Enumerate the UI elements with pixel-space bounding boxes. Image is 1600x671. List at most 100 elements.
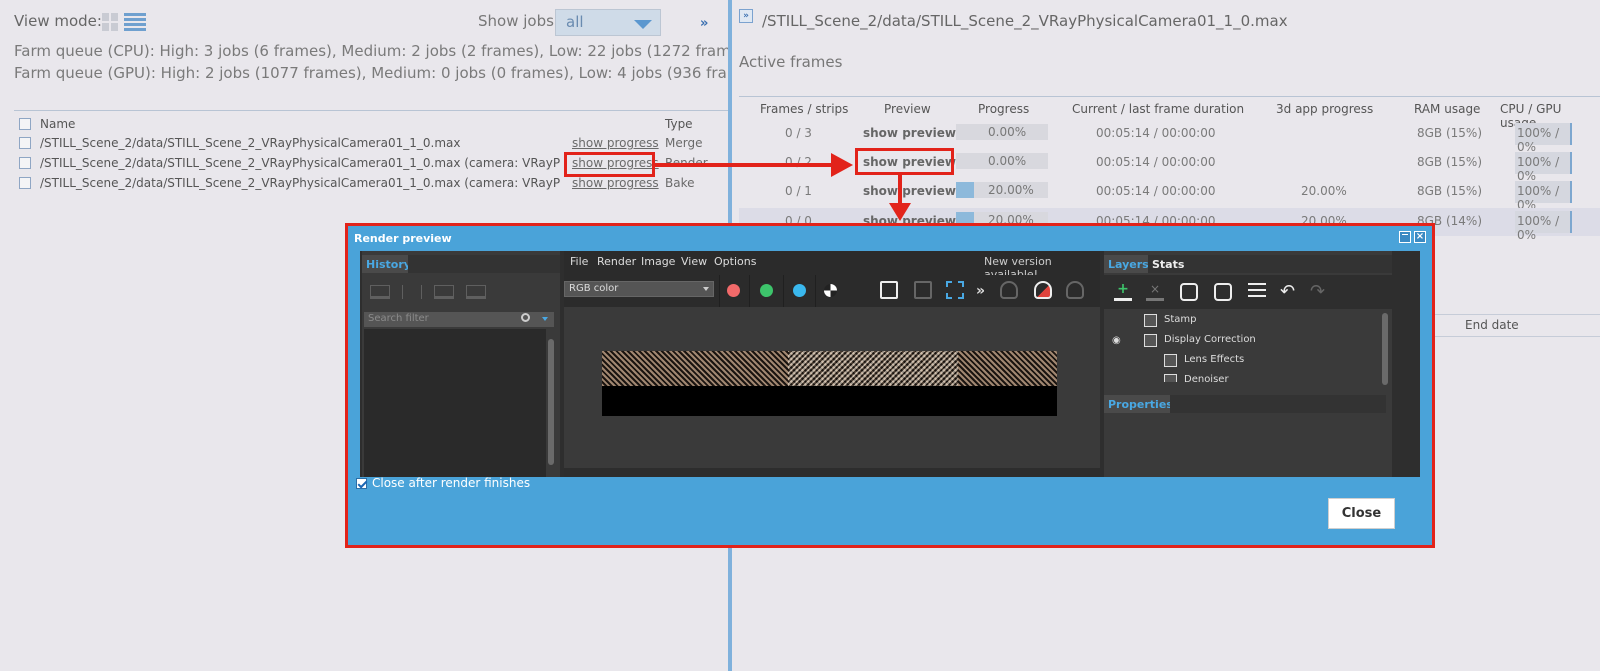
select-all-checkbox[interactable] bbox=[19, 118, 31, 130]
load-history-icon[interactable] bbox=[434, 285, 454, 299]
menu-view[interactable]: View bbox=[681, 255, 707, 268]
region-render-icon[interactable] bbox=[946, 281, 964, 299]
active-frames-heading: Active frames bbox=[739, 53, 843, 71]
channel-value: RGB color bbox=[569, 283, 619, 294]
menu-image[interactable]: Image bbox=[641, 255, 675, 268]
copy-icon[interactable] bbox=[914, 281, 932, 299]
tab-bar bbox=[1192, 255, 1392, 273]
render-canvas[interactable] bbox=[564, 307, 1100, 477]
column-header-app-progress: 3d app progress bbox=[1276, 102, 1374, 116]
menu-options[interactable]: Options bbox=[714, 255, 756, 268]
alpha-channel-icon[interactable] bbox=[824, 284, 837, 297]
column-header-ram: RAM usage bbox=[1414, 102, 1481, 116]
job-checkbox[interactable] bbox=[19, 137, 31, 149]
column-header-end-date: End date bbox=[1465, 318, 1519, 332]
menu-render[interactable]: Render bbox=[597, 255, 636, 268]
tab-history[interactable]: History bbox=[362, 255, 411, 273]
divider bbox=[14, 110, 728, 111]
green-channel-icon[interactable] bbox=[760, 284, 773, 297]
more-tools-icon[interactable]: » bbox=[976, 283, 985, 299]
close-button[interactable]: Close bbox=[1328, 498, 1395, 529]
layer-row[interactable]: Denoiser bbox=[1104, 371, 1384, 382]
show-progress-link[interactable]: show progress bbox=[572, 176, 659, 190]
show-preview-link[interactable]: show preview bbox=[863, 184, 956, 198]
layer-list-icon[interactable] bbox=[1248, 283, 1266, 301]
job-row[interactable]: /STILL_Scene_2/data/STILL_Scene_2_VRayPh… bbox=[0, 133, 728, 153]
app-progress: 20.00% bbox=[1301, 184, 1347, 198]
stop-render-icon[interactable] bbox=[1034, 281, 1052, 299]
blue-channel-icon[interactable] bbox=[793, 284, 806, 297]
layer-row[interactable]: Stamp bbox=[1104, 311, 1384, 331]
chevron-down-icon bbox=[703, 287, 709, 291]
progress-bar: 20.00% bbox=[956, 182, 1048, 198]
history-search-input[interactable]: Search filter bbox=[364, 312, 554, 327]
lens-effects-icon bbox=[1164, 354, 1177, 367]
load-layers-icon[interactable] bbox=[1214, 283, 1232, 301]
stamp-icon bbox=[1144, 314, 1157, 327]
show-jobs-select[interactable]: all bbox=[555, 9, 661, 36]
annotation-arrow-line bbox=[898, 175, 902, 205]
close-icon[interactable]: × bbox=[1414, 231, 1426, 243]
progress-text: 0.00% bbox=[988, 125, 1027, 139]
progress-text: 20.00% bbox=[988, 183, 1034, 197]
list-view-icon[interactable] bbox=[124, 13, 146, 31]
close-after-checkbox[interactable] bbox=[356, 478, 367, 489]
save-history-icon[interactable] bbox=[370, 285, 390, 299]
column-header-name[interactable]: Name bbox=[40, 117, 75, 131]
show-preview-link[interactable]: show preview bbox=[863, 126, 956, 140]
add-layer-icon[interactable]: + bbox=[1114, 282, 1132, 301]
job-checkbox[interactable] bbox=[19, 177, 31, 189]
cpu-gpu-usage: 100% / 0% bbox=[1515, 152, 1572, 183]
job-title: /STILL_Scene_2/data/STILL_Scene_2_VRayPh… bbox=[762, 12, 1288, 30]
tab-layers[interactable]: Layers bbox=[1104, 255, 1149, 273]
compare-icon[interactable] bbox=[402, 285, 422, 299]
farm-queue-gpu: Farm queue (GPU): High: 2 jobs (1077 fra… bbox=[14, 64, 765, 82]
save-icon[interactable] bbox=[880, 281, 898, 299]
job-name: /STILL_Scene_2/data/STILL_Scene_2_VRayPh… bbox=[40, 176, 560, 190]
divider bbox=[739, 96, 1600, 97]
cpu-gpu-usage: 100% / 0% bbox=[1515, 181, 1572, 212]
remove-history-icon[interactable] bbox=[466, 285, 486, 299]
progress-bar: 0.00% bbox=[956, 124, 1048, 140]
progress-fill bbox=[956, 182, 975, 198]
interactive-render-icon[interactable] bbox=[1066, 281, 1084, 299]
job-type: Merge bbox=[665, 136, 703, 150]
frame-row[interactable]: 0 / 3 show preview 0.00% 00:05:14 / 00:0… bbox=[739, 120, 1600, 154]
job-checkbox[interactable] bbox=[19, 157, 31, 169]
minimize-icon[interactable] bbox=[1399, 231, 1411, 243]
channel-select[interactable]: RGB color bbox=[564, 281, 714, 297]
scrollbar[interactable] bbox=[548, 339, 554, 465]
expand-icon[interactable]: » bbox=[700, 16, 708, 31]
teapot-render-icon[interactable] bbox=[1000, 281, 1018, 299]
layer-label: Denoiser bbox=[1184, 374, 1229, 382]
eye-icon[interactable]: ◉ bbox=[1112, 335, 1121, 346]
grid-view-icon[interactable] bbox=[102, 13, 118, 31]
expand-icon[interactable]: » bbox=[739, 9, 753, 23]
column-header-progress: Progress bbox=[978, 102, 1030, 116]
redo-icon[interactable]: ↷ bbox=[1310, 281, 1325, 302]
layer-row[interactable]: Lens Effects bbox=[1104, 351, 1384, 371]
tab-stats[interactable]: Stats bbox=[1148, 255, 1192, 273]
tab-properties[interactable]: Properties bbox=[1104, 395, 1173, 413]
delete-layer-icon[interactable]: × bbox=[1146, 283, 1164, 301]
view-mode-label: View mode: bbox=[14, 12, 102, 30]
toolbar-separator bbox=[719, 275, 720, 307]
red-channel-icon[interactable] bbox=[727, 284, 740, 297]
save-layers-icon[interactable] bbox=[1180, 283, 1198, 301]
menu-file[interactable]: File bbox=[570, 255, 588, 268]
annotation-highlight-show-preview bbox=[855, 148, 954, 175]
scrollbar[interactable] bbox=[1382, 313, 1388, 385]
show-progress-link[interactable]: show progress bbox=[572, 136, 659, 150]
layer-row[interactable]: ◉ Display Correction bbox=[1104, 331, 1384, 351]
cpu-gpu-text: 100% / 0% bbox=[1517, 214, 1560, 242]
layer-label: Display Correction bbox=[1164, 334, 1256, 345]
layer-label: Stamp bbox=[1164, 314, 1197, 325]
chevron-down-icon[interactable] bbox=[542, 317, 548, 321]
job-name: /STILL_Scene_2/data/STILL_Scene_2_VRayPh… bbox=[40, 136, 461, 150]
panel-splitter[interactable] bbox=[564, 468, 1100, 477]
undo-icon[interactable]: ↶ bbox=[1280, 281, 1295, 302]
column-header-type[interactable]: Type bbox=[665, 117, 693, 131]
frame-row[interactable]: 0 / 1 show preview 20.00% 00:05:14 / 00:… bbox=[739, 178, 1600, 212]
frame-duration: 00:05:14 / 00:00:00 bbox=[1096, 184, 1216, 198]
ram-usage: 8GB (15%) bbox=[1417, 126, 1483, 140]
